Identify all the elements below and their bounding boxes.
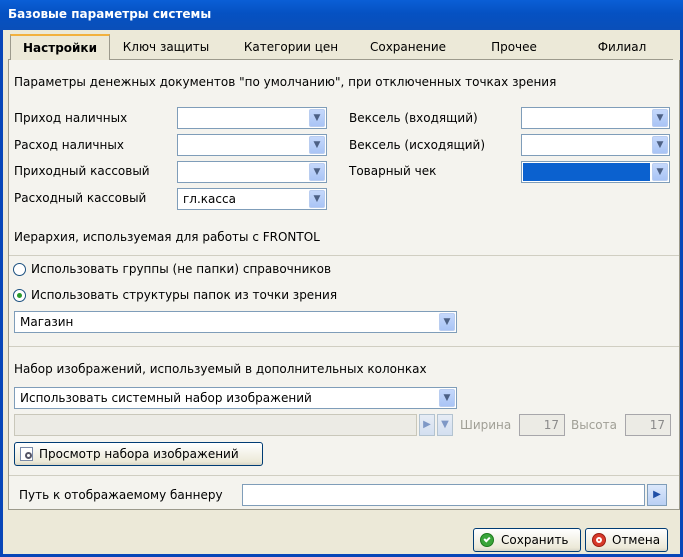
- radio-use-folders[interactable]: [13, 289, 26, 302]
- save-button[interactable]: Сохранить: [473, 528, 581, 552]
- chevron-down-icon[interactable]: ▼: [652, 109, 668, 127]
- chevron-down-icon: ▼: [437, 414, 453, 436]
- chevron-down-icon[interactable]: ▼: [309, 190, 325, 208]
- divider: [9, 346, 679, 347]
- tab-settings[interactable]: Настройки: [10, 34, 110, 61]
- radio-use-groups[interactable]: [13, 263, 26, 276]
- cash-payment-order-label: Расходный кассовый: [14, 191, 147, 205]
- chevron-down-icon[interactable]: ▼: [309, 163, 325, 181]
- tab-protection-key[interactable]: Ключ защиты: [116, 36, 216, 60]
- tab-other[interactable]: Прочее: [468, 36, 560, 60]
- height-label: Высота: [571, 418, 617, 432]
- bill-outgoing-combo[interactable]: ▼: [521, 134, 670, 156]
- tab-strip: Настройки Ключ защиты Категории цен Сохр…: [8, 34, 673, 61]
- play-icon: ▶: [419, 414, 435, 436]
- preview-image-set-button[interactable]: Просмотр набора изображений: [14, 442, 263, 466]
- cancel-button[interactable]: Отмена: [585, 528, 668, 552]
- cash-in-label: Приход наличных: [14, 111, 128, 125]
- tab-saving[interactable]: Сохранение: [353, 36, 463, 60]
- image-path-field: [14, 414, 417, 436]
- chevron-down-icon[interactable]: ▼: [439, 389, 455, 407]
- magnifier-document-icon: [20, 447, 33, 461]
- check-icon: [480, 533, 494, 547]
- width-label: Ширина: [460, 418, 512, 432]
- tab-price-categories[interactable]: Категории цен: [231, 36, 351, 60]
- divider: [9, 475, 679, 476]
- selection-highlight: [523, 163, 650, 181]
- radio-use-groups-label[interactable]: Использовать группы (не папки) справочни…: [31, 262, 331, 276]
- window-title: Базовые параметры системы: [0, 0, 683, 30]
- viewpoint-combo[interactable]: Магазин ▼: [14, 311, 457, 333]
- images-heading: Набор изображений, используемый в дополн…: [14, 362, 427, 376]
- chevron-down-icon[interactable]: ▼: [309, 109, 325, 127]
- dialog-window: Настройки Ключ защиты Категории цен Сохр…: [0, 30, 683, 557]
- cash-payment-order-combo[interactable]: гл.касса ▼: [177, 188, 327, 210]
- sales-receipt-label: Товарный чек: [349, 164, 437, 178]
- chevron-down-icon[interactable]: ▼: [652, 136, 668, 154]
- banner-path-input[interactable]: [242, 484, 645, 506]
- tab-branch[interactable]: Филиал: [576, 36, 668, 60]
- image-set-combo[interactable]: Использовать системный набор изображений…: [14, 387, 457, 409]
- stop-icon: [592, 533, 606, 547]
- chevron-down-icon[interactable]: ▼: [652, 163, 668, 181]
- cash-receipt-order-combo[interactable]: ▼: [177, 161, 327, 183]
- banner-path-label: Путь к отображаемому баннеру: [19, 488, 223, 502]
- cash-out-label: Расход наличных: [14, 138, 124, 152]
- bill-incoming-combo[interactable]: ▼: [521, 107, 670, 129]
- settings-panel: Параметры денежных документов "по умолча…: [8, 60, 680, 510]
- cash-in-combo[interactable]: ▼: [177, 107, 327, 129]
- chevron-down-icon[interactable]: ▼: [439, 313, 455, 331]
- bill-outgoing-label: Вексель (исходящий): [349, 138, 486, 152]
- hierarchy-heading: Иерархия, используемая для работы с FRON…: [14, 230, 320, 244]
- cash-receipt-order-label: Приходный кассовый: [14, 164, 150, 178]
- width-field: 17: [519, 414, 565, 436]
- radio-use-folders-label[interactable]: Использовать структуры папок из точки зр…: [31, 288, 337, 302]
- divider: [9, 255, 679, 256]
- cash-out-combo[interactable]: ▼: [177, 134, 327, 156]
- money-docs-heading: Параметры денежных документов "по умолча…: [14, 75, 557, 89]
- height-field: 17: [625, 414, 671, 436]
- chevron-down-icon[interactable]: ▼: [309, 136, 325, 154]
- sales-receipt-combo[interactable]: ▼: [521, 161, 670, 183]
- bill-incoming-label: Вексель (входящий): [349, 111, 478, 125]
- play-icon[interactable]: ▶: [647, 484, 667, 506]
